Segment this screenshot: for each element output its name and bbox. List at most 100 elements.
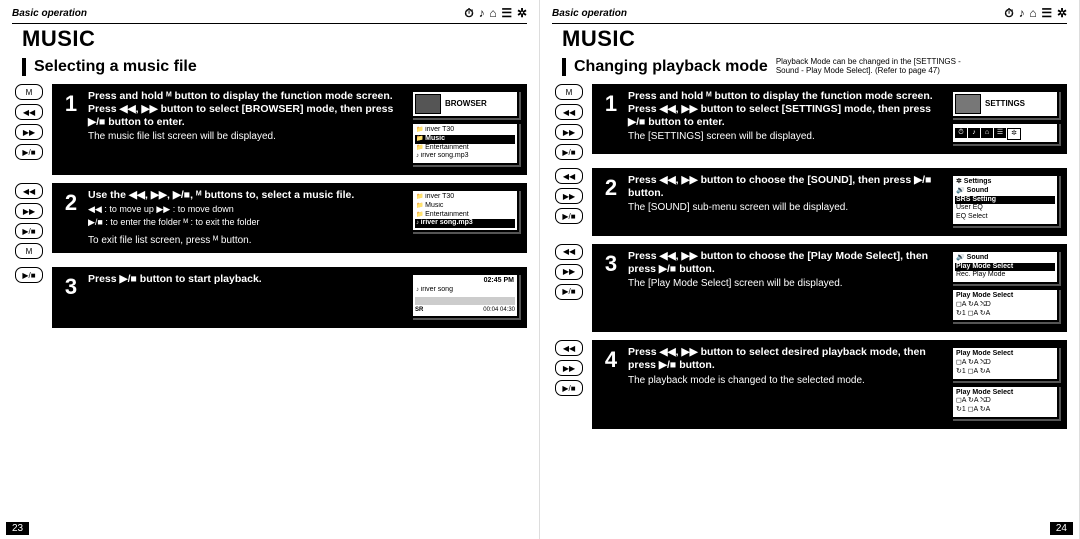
remote-btn-play: ▶/■ [555, 380, 583, 396]
breadcrumb: Basic operation [552, 8, 627, 19]
top-bar: Basic operation ⏱ ♪ ⌂ ☰ ✲ [12, 6, 527, 23]
step-2: ◀◀ ▶▶ ▶/■ M 2 Use the ◀◀, ▶▶, ▶/■, ᴹ but… [12, 183, 527, 259]
remote-btn-ffw: ▶▶ [555, 124, 583, 140]
step-sub: The [SOUND] sub-menu screen will be disp… [628, 202, 943, 215]
step-number: 4 [600, 346, 622, 374]
playmode-screen: Play Mode Select ◻A ↻A ⤭D ↻1 ◻A ↻A [951, 385, 1059, 419]
screen-row: iriver T30 [415, 126, 515, 135]
screen-row: iriver T30 [415, 193, 515, 202]
mode-icons: ⏱ ♪ ⌂ ☰ ✲ [951, 122, 1059, 144]
remote-btn-ffw: ▶▶ [555, 264, 583, 280]
now-playing: iriver song [415, 286, 515, 295]
top-bar: Basic operation ⏱ ♪ ⌂ ☰ ✲ [552, 6, 1067, 23]
mode-row: ◻A ↻A ⤭D [955, 397, 1055, 406]
step-number: 1 [60, 90, 82, 118]
mode-row: ◻A ↻A ⤭D [955, 301, 1055, 310]
screen-header: BROWSER [411, 90, 519, 118]
remote-btn-rew: ◀◀ [555, 168, 583, 184]
mode-row: ◻A ↻A ⤭D [955, 359, 1055, 368]
gear-icon [955, 94, 981, 114]
mode-row: ↻1 ◻A ↻A [955, 310, 1055, 319]
remote-btn-ffw: ▶▶ [555, 188, 583, 204]
gear-icon: ✲ [517, 6, 527, 20]
page-left: Basic operation ⏱ ♪ ⌂ ☰ ✲ MUSIC Selectin… [0, 0, 540, 539]
screen-header-text: BROWSER [445, 99, 487, 109]
folder-icon [415, 94, 441, 114]
hint-b: ▶/■ : to enter the folder ᴹ : to exit th… [88, 217, 403, 228]
step-text-b: Press ◀◀, ▶▶ button to select [BROWSER] … [88, 103, 403, 129]
step-text-a: Press ◀◀, ▶▶ button to choose the [SOUND… [628, 174, 943, 200]
page-number: 24 [1050, 522, 1073, 535]
breadcrumb: Basic operation [12, 8, 87, 19]
remote-btn-play: ▶/■ [555, 208, 583, 224]
remote-btn-m: M [555, 84, 583, 100]
step-number: 2 [600, 174, 622, 202]
screen-header-text: SETTINGS [985, 99, 1025, 109]
screen-row: User EQ [955, 204, 1055, 213]
clock-icon: ⏱ [464, 6, 473, 20]
screen-row: Music [415, 135, 515, 144]
playback-screen: 02:45 PM iriver song SR 00:04 04:30 [411, 273, 519, 318]
screen-sub: 🔊 Sound [955, 187, 1055, 196]
step-number: 1 [600, 90, 622, 118]
remote-btn-play: ▶/■ [555, 144, 583, 160]
remote-btn-rew: ◀◀ [555, 340, 583, 356]
step-sub: The playback mode is changed to the sele… [628, 375, 943, 388]
hint-a: ◀◀ : to move up ▶▶ : to move down [88, 204, 403, 215]
sound-screen: 🔊 Sound Play Mode Select Rec. Play Mode [951, 250, 1059, 284]
page-number: 23 [6, 522, 29, 535]
music-icon: ♪ [1019, 6, 1025, 20]
clock-icon: ⏱ [1004, 6, 1013, 20]
page-right: Basic operation ⏱ ♪ ⌂ ☰ ✲ MUSIC Changing… [540, 0, 1080, 539]
screen-title: Play Mode Select [955, 389, 1055, 398]
screen-row: Music [415, 202, 515, 211]
remote-btn-rew: ◀◀ [15, 183, 43, 199]
screen-row: EQ Select [955, 213, 1055, 222]
mini-screen: iriver T30 Music Entertainment iriver so… [411, 189, 519, 232]
remote-btn-play: ▶/■ [15, 223, 43, 239]
mode-row: ↻1 ◻A ↻A [955, 368, 1055, 377]
step-text-a: Press ◀◀, ▶▶ button to choose the [Play … [628, 250, 943, 276]
home-icon: ⌂ [489, 6, 496, 20]
remote-btn-rew: ◀◀ [555, 104, 583, 120]
step-3: ◀◀ ▶▶ ▶/■ 3 Press ◀◀, ▶▶ button to choos… [552, 244, 1067, 333]
screen-title: Play Mode Select [955, 292, 1055, 301]
screen-header: SETTINGS [951, 90, 1059, 118]
playmode-screen: Play Mode Select ◻A ↻A ⤭D ↻1 ◻A ↻A [951, 346, 1059, 380]
remote-btn-play: ▶/■ [15, 267, 43, 283]
step-number: 2 [60, 189, 82, 217]
time-display: 00:04 04:30 [483, 307, 515, 315]
step-text-a: Press and hold ᴹ button to display the f… [88, 90, 403, 103]
sub-heading: Selecting a music file [22, 58, 527, 76]
screen-row: SRS Setting [955, 196, 1055, 205]
top-icon-strip: ⏱ ♪ ⌂ ☰ ✲ [462, 6, 527, 21]
step-text-a: Press ▶/■ button to start playback. [88, 273, 403, 286]
remote-btn-ffw: ▶▶ [555, 360, 583, 376]
list-icon: ☰ [1041, 6, 1052, 20]
music-icon: ♪ [479, 6, 485, 20]
sub-heading-note: Playback Mode can be changed in the [SET… [776, 58, 976, 76]
step-text-a: Press and hold ᴹ button to display the f… [628, 90, 943, 103]
mode-row: ↻1 ◻A ↻A [955, 406, 1055, 415]
remote-btn-rew: ◀◀ [555, 244, 583, 260]
screen-row: iriver song.mp3 [415, 152, 515, 161]
step-4: ◀◀ ▶▶ ▶/■ 4 Press ◀◀, ▶▶ button to selec… [552, 340, 1067, 429]
step-number: 3 [600, 250, 622, 278]
screen-sub: 🔊 Sound [955, 254, 1055, 263]
screen-title: Play Mode Select [955, 350, 1055, 359]
step-sub: The music file list screen will be displ… [88, 131, 403, 144]
gear-icon: ✲ [1057, 6, 1067, 20]
sub-heading-text: Changing playback mode [574, 58, 768, 76]
remote-btn-play: ▶/■ [15, 144, 43, 160]
remote-btn-ffw: ▶▶ [15, 124, 43, 140]
clock: 02:45 PM [415, 277, 515, 286]
screen-row: Entertainment [415, 144, 515, 153]
sr-label: SR [415, 307, 423, 315]
step-1: M ◀◀ ▶▶ ▶/■ 1 Press and hold ᴹ button to… [12, 84, 527, 175]
step-sub: To exit file list screen, press ᴹ button… [88, 235, 403, 248]
remote-btn-m: M [15, 84, 43, 100]
screen-row: Play Mode Select [955, 263, 1055, 272]
step-1: M ◀◀ ▶▶ ▶/■ 1 Press and hold ᴹ button to… [552, 84, 1067, 160]
top-icon-strip: ⏱ ♪ ⌂ ☰ ✲ [1002, 6, 1067, 21]
sub-heading-text: Selecting a music file [34, 58, 197, 76]
